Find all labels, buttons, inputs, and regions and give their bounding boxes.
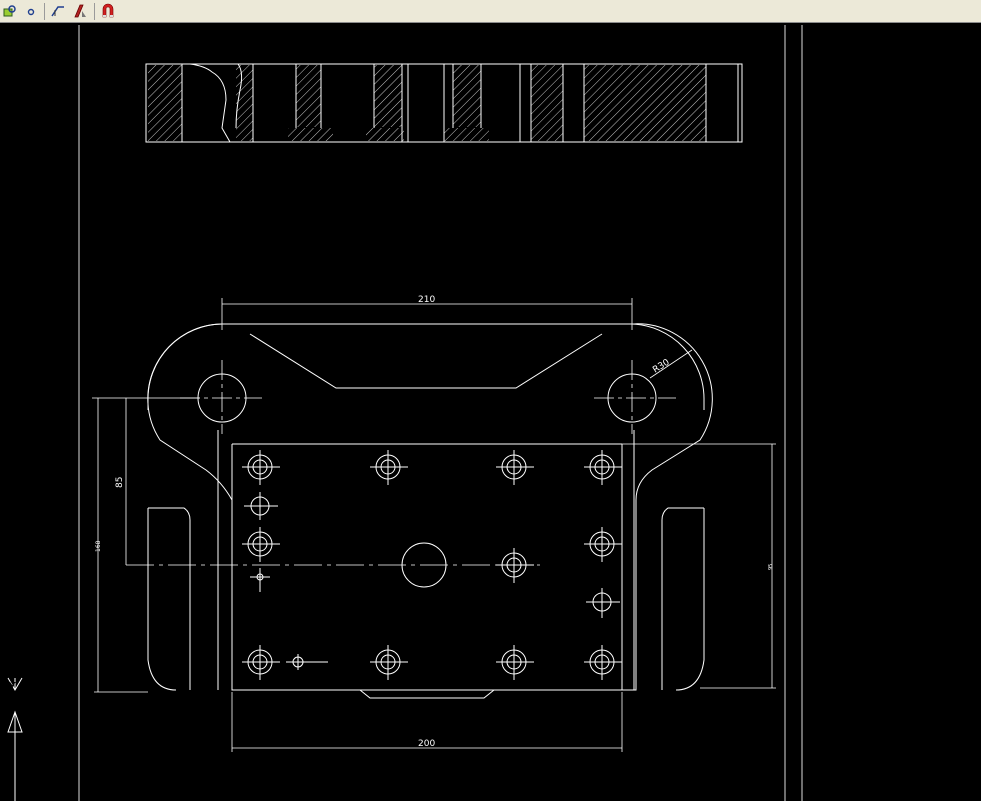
center-line	[126, 360, 676, 566]
magnet-snap-icon[interactable]	[99, 2, 117, 20]
measure-tool-icon[interactable]	[71, 2, 89, 20]
dim-right-height: 95	[768, 564, 774, 570]
toolbar-separator	[44, 3, 45, 20]
pivot-holes	[197, 373, 657, 588]
dim-top-width: 210	[418, 295, 435, 305]
toolbar-separator	[94, 3, 95, 20]
trim-tool-icon[interactable]	[49, 2, 67, 20]
plan-view	[147, 323, 713, 699]
drawing-canvas[interactable]: 210 200 R30 85 168 95 Y	[0, 23, 981, 801]
toolbar	[0, 0, 981, 23]
snap-point-icon[interactable]	[22, 2, 40, 20]
section-view	[145, 63, 743, 143]
dim-bottom-width: 200	[418, 739, 435, 749]
dim-left-height: 85	[115, 477, 125, 488]
dim-left-total: 168	[95, 540, 102, 552]
dimension-lines	[92, 298, 776, 752]
dim-radius: R30	[651, 358, 672, 376]
ucs-y-label: Y	[8, 680, 16, 693]
snap-object-icon[interactable]	[1, 2, 19, 20]
ucs-icon	[7, 677, 23, 801]
